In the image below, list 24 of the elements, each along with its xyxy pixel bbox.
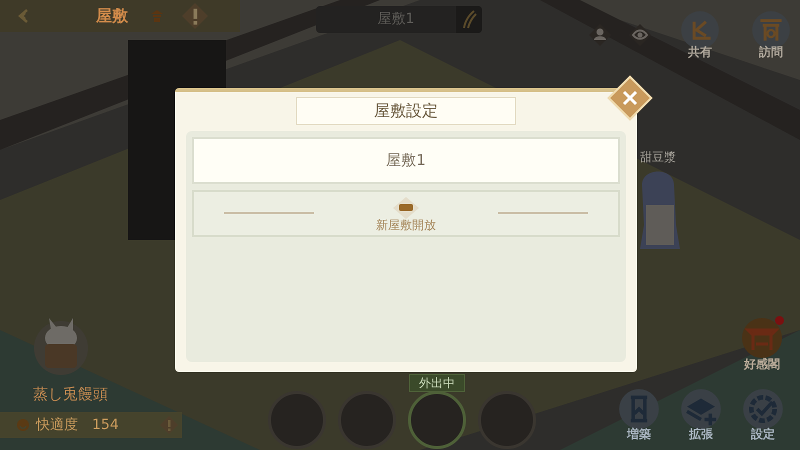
house-slot[interactable]: 新屋敷開放 bbox=[192, 190, 620, 237]
away-badge: 外出中 bbox=[409, 374, 465, 392]
pavilion-button[interactable]: 好感閣 bbox=[736, 316, 788, 372]
settings-button[interactable]: 設定 bbox=[740, 388, 786, 444]
scroll-icon bbox=[393, 196, 419, 218]
close-icon bbox=[622, 90, 638, 106]
share-button[interactable]: 共有 bbox=[678, 10, 722, 66]
screen-title: 屋敷 bbox=[96, 5, 128, 27]
unlock-label: 新屋敷開放 bbox=[376, 218, 436, 230]
mascot-name: 蒸し兎饅頭 bbox=[33, 384, 108, 405]
pavilion-icon[interactable] bbox=[150, 9, 164, 23]
comfort-value: 154 bbox=[92, 416, 119, 434]
expand-button[interactable]: 拡張 bbox=[678, 388, 724, 444]
smiley-icon bbox=[16, 418, 30, 432]
bun-mascot-drawing bbox=[33, 316, 89, 376]
build-button[interactable]: 増築 bbox=[616, 388, 662, 444]
alert-icon[interactable] bbox=[160, 416, 178, 434]
alert-icon[interactable] bbox=[182, 3, 208, 29]
visit-button[interactable]: 訪問 bbox=[749, 10, 793, 66]
comfort-label: 快適度 bbox=[36, 416, 78, 434]
pen-icon[interactable] bbox=[456, 6, 482, 33]
dialog-title: 屋敷設定 bbox=[374, 100, 438, 122]
character-name: 甜豆漿 bbox=[640, 149, 676, 166]
house-slot[interactable]: 屋敷1 bbox=[192, 137, 620, 184]
